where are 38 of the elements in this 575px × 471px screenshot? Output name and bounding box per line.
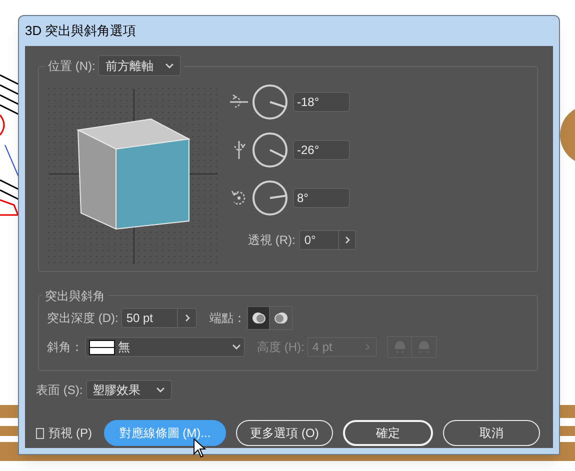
preview-label: 預視 (P) xyxy=(48,425,92,442)
surface-label: 表面 (S): xyxy=(36,382,83,399)
angle-field[interactable]: -18° xyxy=(293,92,350,112)
dialog-button[interactable]: 取消 xyxy=(443,420,540,446)
chevron-down-icon xyxy=(232,344,241,350)
cap-label: 端點： xyxy=(209,310,246,327)
bevel-dropdown[interactable]: 無 xyxy=(85,337,245,357)
hollow-circles-icon xyxy=(274,311,288,325)
dialog-button[interactable]: 更多選項 (O) xyxy=(236,420,333,446)
angle-dial[interactable] xyxy=(252,180,288,216)
chevron-right-icon xyxy=(184,314,190,322)
chevron-down-icon xyxy=(156,387,165,393)
position-label: 位置 (N): xyxy=(48,58,96,74)
surface-dropdown[interactable]: 塑膠效果 xyxy=(86,380,172,400)
perspective-label: 透視 (R): xyxy=(248,232,296,249)
perspective-field[interactable]: 0° xyxy=(299,230,356,250)
angle-field[interactable]: 8° xyxy=(293,188,350,208)
bevel-label: 斜角： xyxy=(47,339,83,356)
preview-checkbox[interactable] xyxy=(36,428,44,438)
solid-circles-icon xyxy=(252,311,266,325)
rotate-z-icon xyxy=(230,189,248,207)
chevron-down-icon xyxy=(165,62,174,68)
arch-icon xyxy=(417,340,432,354)
chevron-right-icon xyxy=(344,236,350,244)
group-title: 突出與斜角 xyxy=(42,287,108,305)
cap-button[interactable] xyxy=(248,307,270,329)
angle-field[interactable]: -26° xyxy=(293,140,350,160)
window-title: 3D 突出與斜角選項 xyxy=(25,22,136,40)
height-label: 高度 (H): xyxy=(257,339,304,356)
bevel-swatch-icon xyxy=(89,340,115,354)
depth-label: 突出深度 (D): xyxy=(47,310,118,327)
angle-dial[interactable] xyxy=(252,132,288,168)
angle-dial[interactable] xyxy=(252,84,288,120)
position-dropdown[interactable]: 前方離軸 xyxy=(98,55,182,76)
mouse-cursor-icon xyxy=(193,438,207,458)
depth-field[interactable]: 50 pt xyxy=(121,308,198,328)
dialog-button[interactable]: 確定 xyxy=(343,420,433,446)
arch-icon xyxy=(392,340,407,354)
